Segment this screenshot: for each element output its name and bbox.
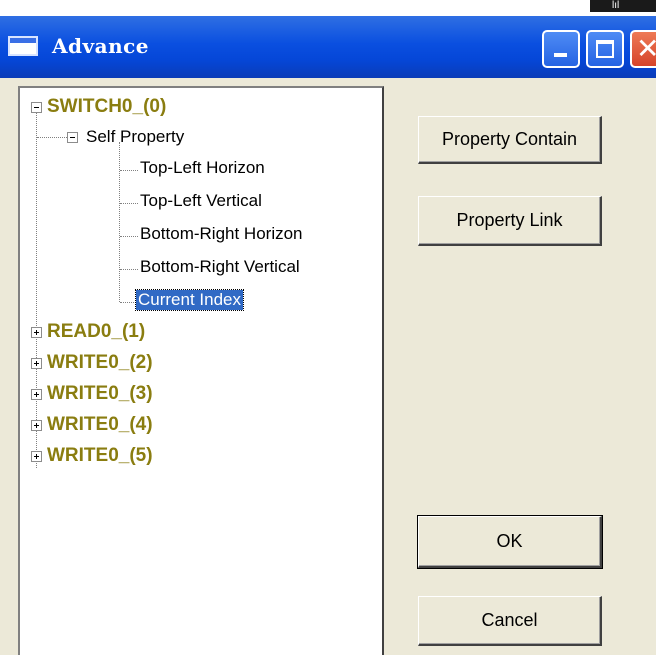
minimize-icon [554,53,567,57]
maximize-button[interactable] [586,30,624,68]
self-property-connector-line [119,142,120,302]
tree-node-label: Self Property [86,127,185,146]
tree-node-label: WRITE0_(2) [47,352,153,373]
tree-node-label: WRITE0_(4) [47,414,153,435]
tree-branch-line [120,269,138,270]
tree-node-top-left-horizon[interactable]: Top-Left Horizon [140,158,265,178]
background-window-corner-text: lıl [612,0,620,11]
window-icon [8,36,38,56]
tree-node-label: WRITE0_(3) [47,383,153,404]
ok-button[interactable]: OK [417,515,603,569]
tree-branch-line [120,170,138,171]
property-link-button[interactable]: Property Link [418,196,602,246]
expand-icon[interactable] [31,327,42,338]
expand-icon[interactable] [31,420,42,431]
expand-icon[interactable] [31,389,42,400]
background-window-corner: lıl [590,0,656,12]
screen-top-strip [0,0,656,16]
dialog-client-area: SWITCH0_(0) Self Property Top-Left Horiz… [0,78,656,655]
tree-branch-line [120,302,136,303]
tree-node-label: SWITCH0_(0) [47,96,167,117]
expand-icon[interactable] [31,358,42,369]
cancel-button[interactable]: Cancel [418,596,602,646]
maximize-icon [596,40,614,58]
tree-branch-line [37,137,67,138]
tree-node-bottom-right-horizon[interactable]: Bottom-Right Horizon [140,224,303,244]
expand-icon[interactable] [31,451,42,462]
tree-node-bottom-right-vertical[interactable]: Bottom-Right Vertical [140,257,300,277]
close-icon: ✕ [636,34,656,64]
tree-node-top-left-vertical[interactable]: Top-Left Vertical [140,191,262,211]
close-button[interactable]: ✕ [630,30,656,68]
window-title: Advance [52,34,150,58]
minimize-button[interactable] [542,30,580,68]
tree-branch-line [120,203,138,204]
tree-view[interactable]: SWITCH0_(0) Self Property Top-Left Horiz… [18,86,384,655]
tree-branch-line [120,236,138,237]
collapse-icon[interactable] [31,102,42,113]
tree-node-label: READ0_(1) [47,321,146,342]
tree-node-current-index[interactable]: Current Index [135,289,244,311]
property-contain-button[interactable]: Property Contain [418,116,602,164]
tree-node-label: WRITE0_(5) [47,445,153,466]
title-bar[interactable]: Advance ✕ [0,16,656,78]
root-connector-line [36,110,37,468]
collapse-icon[interactable] [67,132,78,143]
